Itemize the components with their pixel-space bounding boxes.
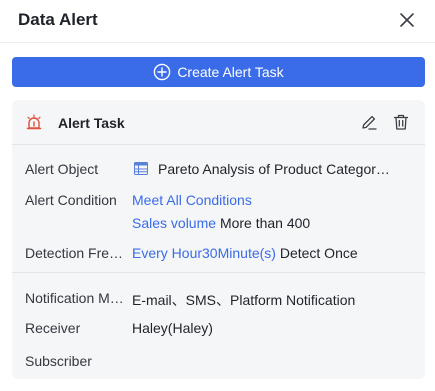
alert-task-header: Alert Task	[12, 100, 425, 144]
alert-task-card: Alert Task Alert Object Pareto Analysis …	[12, 100, 425, 379]
detection-mode: Detect Once	[279, 245, 358, 261]
create-alert-task-button[interactable]: Create Alert Task	[12, 57, 425, 87]
alert-condition-label: Alert Condition	[25, 192, 117, 208]
notification-method-value: E-mail、SMS、Platform Notification	[132, 292, 356, 308]
create-alert-task-label: Create Alert Task	[177, 64, 284, 80]
alarm-bell-icon	[26, 114, 42, 130]
edit-icon[interactable]	[360, 113, 378, 131]
panel-header: Data Alert	[0, 0, 435, 43]
condition-rule: Sales volume More than 400	[132, 215, 310, 231]
alert-object-value: Pareto Analysis of Product Categor…	[158, 161, 390, 177]
condition-match-link[interactable]: Meet All Conditions	[132, 192, 252, 208]
detection-frequency-label: Detection Fre…	[25, 245, 124, 261]
receiver-label: Receiver	[25, 320, 81, 336]
condition-metric-link[interactable]: Sales volume	[132, 215, 216, 231]
detection-frequency-value: Every Hour30Minute(s) Detect Once	[132, 245, 358, 261]
notification-method-label: Notification M…	[25, 290, 124, 306]
plus-circle-icon	[154, 63, 171, 81]
alert-object-label: Alert Object	[25, 161, 99, 177]
table-icon	[134, 162, 148, 175]
panel-title: Data Alert	[18, 10, 98, 29]
delete-icon[interactable]	[392, 113, 410, 131]
card-divider	[12, 144, 425, 145]
detection-interval-link[interactable]: Every Hour30Minute(s)	[132, 245, 276, 261]
subscriber-label: Subscriber	[25, 353, 92, 369]
alert-task-title: Alert Task	[58, 115, 125, 131]
close-icon[interactable]	[397, 10, 417, 30]
condition-threshold: More than 400	[219, 215, 311, 231]
section-divider	[12, 272, 425, 273]
receiver-value: Haley(Haley)	[132, 320, 213, 336]
